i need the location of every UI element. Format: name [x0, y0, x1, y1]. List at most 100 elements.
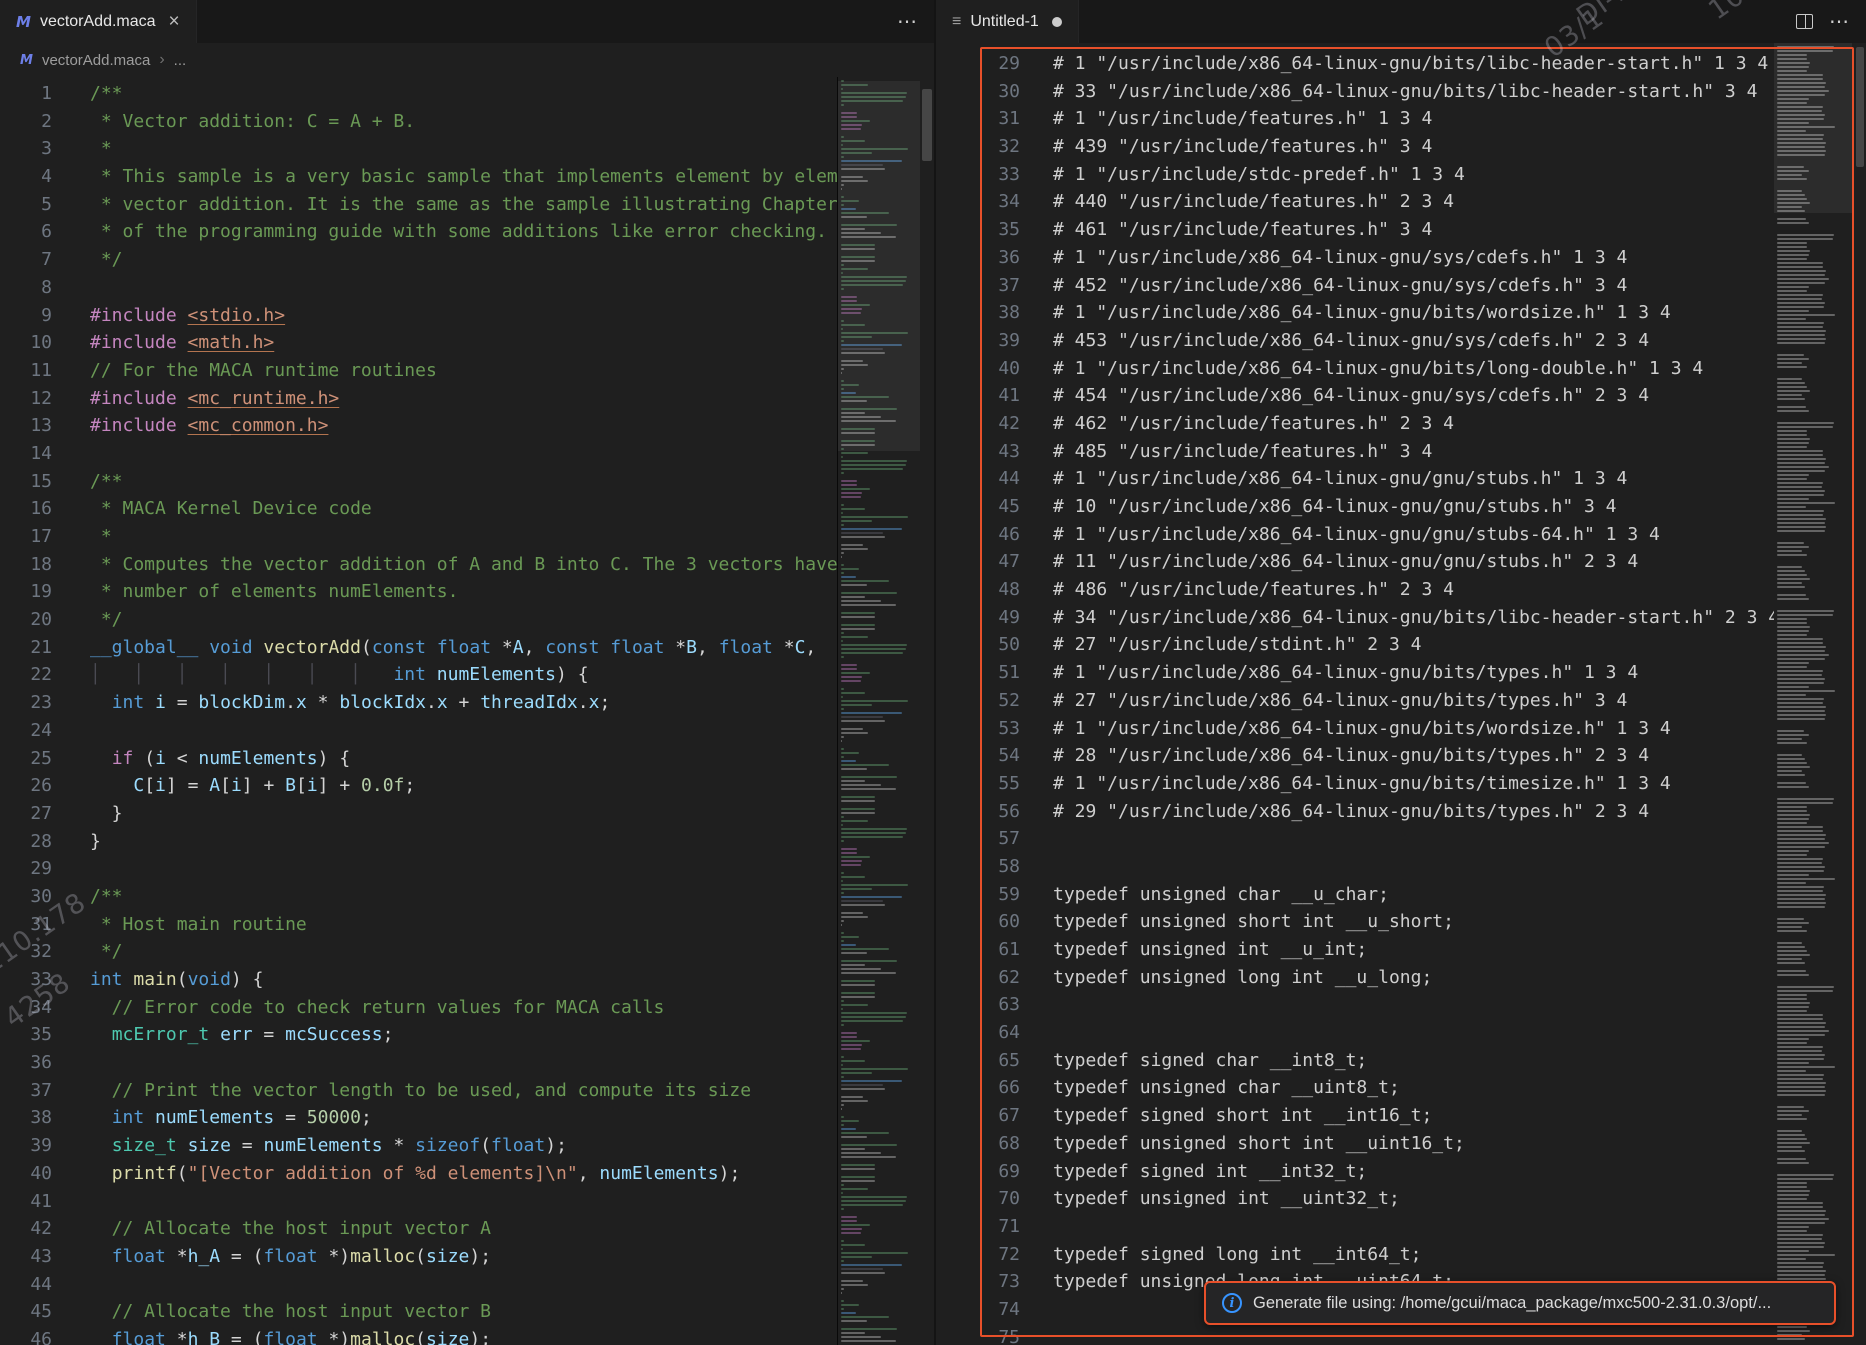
breadcrumb-file[interactable]: vectorAdd.maca — [42, 52, 150, 69]
code-line[interactable]: 45# 10 "/usr/include/x86_64-linux-gnu/gn… — [936, 493, 1774, 521]
code-line[interactable]: 64 — [936, 1019, 1774, 1047]
scrollbar-thumb[interactable] — [1856, 47, 1864, 167]
code-line[interactable]: 16 * MACA Kernel Device code — [0, 495, 838, 523]
code-line[interactable]: 66typedef unsigned char __uint8_t; — [936, 1074, 1774, 1102]
code-line[interactable]: 36# 1 "/usr/include/x86_64-linux-gnu/sys… — [936, 244, 1774, 272]
code-line[interactable]: 39# 453 "/usr/include/x86_64-linux-gnu/s… — [936, 327, 1774, 355]
code-line[interactable]: 6 * of the programming guide with some a… — [0, 218, 838, 246]
code-line[interactable]: 2 * Vector addition: C = A + B. — [0, 108, 838, 136]
code-line[interactable]: 32 */ — [0, 938, 838, 966]
code-line[interactable]: 5 * vector addition. It is the same as t… — [0, 191, 838, 219]
code-line[interactable]: 19 * number of elements numElements. — [0, 578, 838, 606]
code-line[interactable]: 18 * Computes the vector addition of A a… — [0, 551, 838, 579]
scrollbar-left[interactable] — [920, 77, 934, 1345]
code-line[interactable]: 47# 11 "/usr/include/x86_64-linux-gnu/gn… — [936, 548, 1774, 576]
code-line[interactable]: 4 * This sample is a very basic sample t… — [0, 163, 838, 191]
code-line[interactable]: 42 // Allocate the host input vector A — [0, 1215, 838, 1243]
code-line[interactable]: 55# 1 "/usr/include/x86_64-linux-gnu/bit… — [936, 770, 1774, 798]
code-line[interactable]: 31# 1 "/usr/include/features.h" 1 3 4 — [936, 105, 1774, 133]
code-line[interactable]: 30# 33 "/usr/include/x86_64-linux-gnu/bi… — [936, 78, 1774, 106]
code-line[interactable]: 35 mcError_t err = mcSuccess; — [0, 1021, 838, 1049]
code-line[interactable]: 14 — [0, 440, 838, 468]
minimap-right[interactable] — [1774, 43, 1852, 1345]
code-line[interactable]: 48# 486 "/usr/include/features.h" 2 3 4 — [936, 576, 1774, 604]
code-line[interactable]: 38# 1 "/usr/include/x86_64-linux-gnu/bit… — [936, 299, 1774, 327]
code-line[interactable]: 72typedef signed long int __int64_t; — [936, 1241, 1774, 1269]
code-line[interactable]: 33# 1 "/usr/include/stdc-predef.h" 1 3 4 — [936, 161, 1774, 189]
code-line[interactable]: 34 // Error code to check return values … — [0, 994, 838, 1022]
minimap-slider[interactable] — [838, 81, 920, 451]
code-line[interactable]: 8 — [0, 274, 838, 302]
code-line[interactable]: 63 — [936, 991, 1774, 1019]
code-line[interactable]: 29# 1 "/usr/include/x86_64-linux-gnu/bit… — [936, 50, 1774, 78]
code-line[interactable]: 41# 454 "/usr/include/x86_64-linux-gnu/s… — [936, 382, 1774, 410]
split-editor-icon[interactable] — [1796, 14, 1813, 29]
code-line[interactable]: 46 float *h_B = (float *)malloc(size); — [0, 1326, 838, 1345]
code-line[interactable]: 15/** — [0, 468, 838, 496]
code-line[interactable]: 56# 29 "/usr/include/x86_64-linux-gnu/bi… — [936, 798, 1774, 826]
code-line[interactable]: 7 */ — [0, 246, 838, 274]
code-line[interactable]: 70typedef unsigned int __uint32_t; — [936, 1185, 1774, 1213]
code-line[interactable]: 30/** — [0, 883, 838, 911]
code-area-left[interactable]: 1/**2 * Vector addition: C = A + B.3 *4 … — [0, 77, 838, 1345]
code-line[interactable]: 36 — [0, 1049, 838, 1077]
code-line[interactable]: 38 int numElements = 50000; — [0, 1104, 838, 1132]
code-line[interactable]: 57 — [936, 825, 1774, 853]
code-line[interactable]: 21__global__ void vectorAdd(const float … — [0, 634, 838, 662]
code-line[interactable]: 71 — [936, 1213, 1774, 1241]
code-line[interactable]: 39 size_t size = numElements * sizeof(fl… — [0, 1132, 838, 1160]
code-line[interactable]: 75 — [936, 1324, 1774, 1345]
code-line[interactable]: 31 * Host main routine — [0, 911, 838, 939]
code-line[interactable]: 43 float *h_A = (float *)malloc(size); — [0, 1243, 838, 1271]
code-line[interactable]: 53# 1 "/usr/include/x86_64-linux-gnu/bit… — [936, 715, 1774, 743]
code-line[interactable]: 28} — [0, 828, 838, 856]
code-line[interactable]: 20 */ — [0, 606, 838, 634]
code-line[interactable]: 41 — [0, 1188, 838, 1216]
code-line[interactable]: 42# 462 "/usr/include/features.h" 2 3 4 — [936, 410, 1774, 438]
code-line[interactable]: 34# 440 "/usr/include/features.h" 2 3 4 — [936, 188, 1774, 216]
code-line[interactable]: 32# 439 "/usr/include/features.h" 3 4 — [936, 133, 1774, 161]
code-line[interactable]: 27 } — [0, 800, 838, 828]
close-tab-icon[interactable]: × — [169, 12, 180, 31]
code-line[interactable]: 45 // Allocate the host input vector B — [0, 1298, 838, 1326]
code-line[interactable]: 59typedef unsigned char __u_char; — [936, 881, 1774, 909]
tab-vectoradd-maca[interactable]: M vectorAdd.maca × — [0, 0, 197, 43]
breadcrumb-more[interactable]: ... — [174, 52, 187, 69]
code-line[interactable]: 58 — [936, 853, 1774, 881]
code-line[interactable]: 68typedef unsigned short int __uint16_t; — [936, 1130, 1774, 1158]
code-line[interactable]: 1/** — [0, 80, 838, 108]
code-line[interactable]: 22│ │ │ │ │ │ │ int numElements) { — [0, 661, 838, 689]
code-line[interactable]: 43# 485 "/usr/include/features.h" 3 4 — [936, 438, 1774, 466]
code-line[interactable]: 49# 34 "/usr/include/x86_64-linux-gnu/bi… — [936, 604, 1774, 632]
code-line[interactable]: 9#include <stdio.h> — [0, 302, 838, 330]
code-line[interactable]: 65typedef signed char __int8_t; — [936, 1047, 1774, 1075]
code-line[interactable]: 35# 461 "/usr/include/features.h" 3 4 — [936, 216, 1774, 244]
code-line[interactable]: 44# 1 "/usr/include/x86_64-linux-gnu/gnu… — [936, 465, 1774, 493]
code-line[interactable]: 24 — [0, 717, 838, 745]
code-line[interactable]: 69typedef signed int __int32_t; — [936, 1158, 1774, 1186]
code-line[interactable]: 50# 27 "/usr/include/stdint.h" 2 3 4 — [936, 631, 1774, 659]
code-line[interactable]: 33int main(void) { — [0, 966, 838, 994]
code-line[interactable]: 37# 452 "/usr/include/x86_64-linux-gnu/s… — [936, 272, 1774, 300]
tab-untitled-1[interactable]: ≡ Untitled-1 — [936, 0, 1079, 43]
code-line[interactable]: 52# 27 "/usr/include/x86_64-linux-gnu/bi… — [936, 687, 1774, 715]
code-line[interactable]: 51# 1 "/usr/include/x86_64-linux-gnu/bit… — [936, 659, 1774, 687]
scrollbar-thumb[interactable] — [922, 89, 932, 161]
code-area-right[interactable]: 29# 1 "/usr/include/x86_64-linux-gnu/bit… — [936, 43, 1774, 1345]
minimap-slider[interactable] — [1774, 43, 1852, 213]
code-line[interactable]: 3 * — [0, 135, 838, 163]
code-line[interactable]: 62typedef unsigned long int __u_long; — [936, 964, 1774, 992]
notification-toast[interactable]: i Generate file using: /home/gcui/maca_p… — [1204, 1281, 1836, 1325]
code-line[interactable]: 40# 1 "/usr/include/x86_64-linux-gnu/bit… — [936, 355, 1774, 383]
code-line[interactable]: 61typedef unsigned int __u_int; — [936, 936, 1774, 964]
code-line[interactable]: 11// For the MACA runtime routines — [0, 357, 838, 385]
code-line[interactable]: 54# 28 "/usr/include/x86_64-linux-gnu/bi… — [936, 742, 1774, 770]
code-line[interactable]: 60typedef unsigned short int __u_short; — [936, 908, 1774, 936]
minimap-left[interactable] — [838, 77, 920, 1345]
more-actions-icon[interactable]: ⋯ — [1829, 9, 1850, 34]
code-line[interactable]: 23 int i = blockDim.x * blockIdx.x + thr… — [0, 689, 838, 717]
code-line[interactable]: 26 C[i] = A[i] + B[i] + 0.0f; — [0, 772, 838, 800]
code-line[interactable]: 12#include <mc_runtime.h> — [0, 385, 838, 413]
code-line[interactable]: 46# 1 "/usr/include/x86_64-linux-gnu/gnu… — [936, 521, 1774, 549]
code-line[interactable]: 67typedef signed short int __int16_t; — [936, 1102, 1774, 1130]
